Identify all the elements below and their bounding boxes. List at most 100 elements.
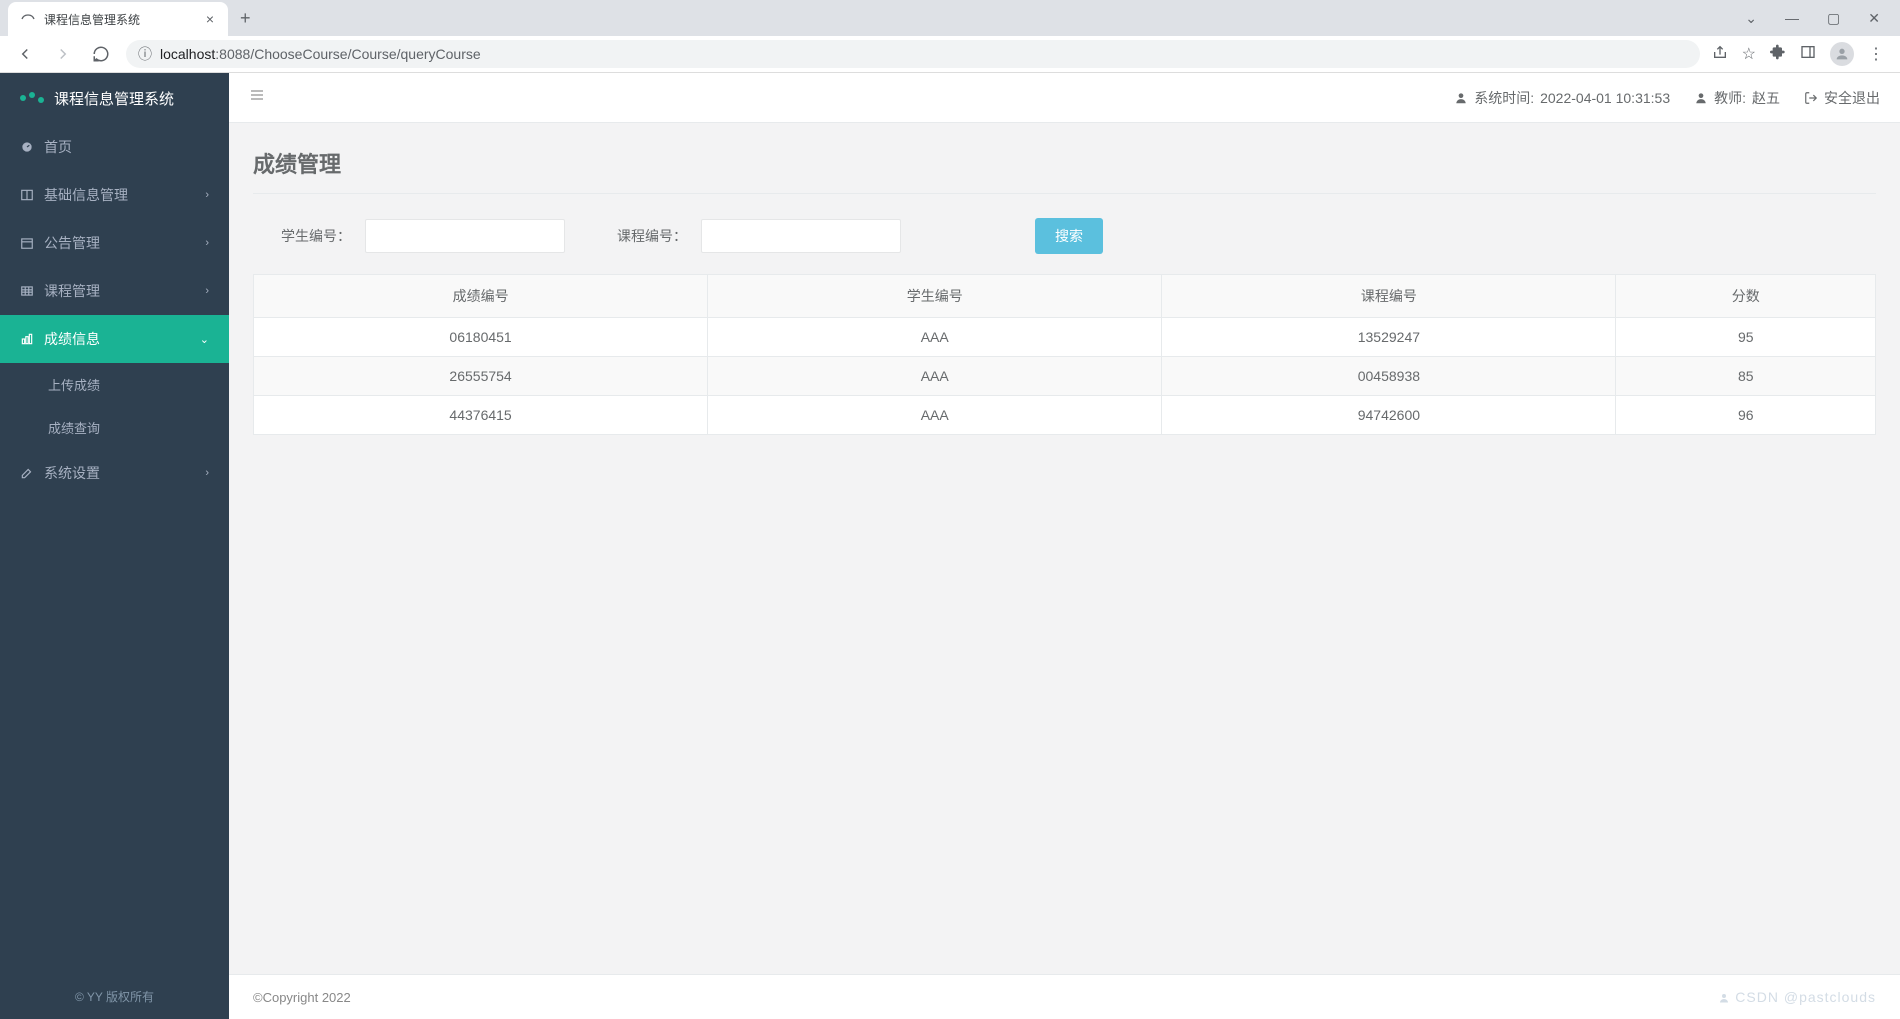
address-bar[interactable]: ⓘ localhost:8088/ChooseCourse/Course/que… — [126, 40, 1700, 68]
sidebar-item-settings[interactable]: 系统设置 › — [0, 449, 229, 497]
table-row: 06180451 AAA 13529247 95 — [254, 318, 1876, 357]
cell-course-id: 00458938 — [1162, 357, 1616, 396]
watermark-text: CSDN @pastclouds — [1735, 989, 1876, 1005]
new-tab-button[interactable]: + — [228, 8, 263, 29]
browser-chrome: 课程信息管理系统 × + ⌄ — ▢ ✕ ⓘ localhost:8088/Ch… — [0, 0, 1900, 73]
menu-icon[interactable]: ⋮ — [1868, 44, 1884, 64]
search-row: 学生编号： 课程编号： 搜索 — [253, 218, 1876, 254]
panel-icon[interactable] — [1800, 44, 1816, 65]
course-id-input[interactable] — [701, 219, 901, 253]
col-score: 分数 — [1616, 275, 1876, 318]
edit-icon — [20, 466, 34, 480]
calendar-icon — [20, 236, 34, 250]
watermark: CSDN @pastclouds — [1718, 989, 1876, 1005]
profile-avatar[interactable] — [1830, 42, 1854, 66]
search-button[interactable]: 搜索 — [1035, 218, 1103, 254]
user-name: 赵五 — [1752, 88, 1780, 108]
sidebar-item-label: 课程管理 — [44, 281, 100, 301]
browser-tab[interactable]: 课程信息管理系统 × — [8, 2, 228, 36]
cell-course-id: 94742600 — [1162, 396, 1616, 435]
system-time: 系统时间: 2022-04-01 10:31:53 — [1454, 88, 1670, 108]
top-bar: 系统时间: 2022-04-01 10:31:53 教师: 赵五 安全退出 — [229, 73, 1900, 123]
cell-course-id: 13529247 — [1162, 318, 1616, 357]
table-row: 44376415 AAA 94742600 96 — [254, 396, 1876, 435]
grades-table: 成绩编号 学生编号 课程编号 分数 06180451 AAA 13529247 … — [253, 274, 1876, 435]
chevron-right-icon: › — [205, 467, 209, 479]
info-icon: ⓘ — [138, 44, 152, 64]
user-icon — [1694, 91, 1708, 105]
sidebar-subitem-label: 上传成绩 — [48, 378, 100, 393]
sidebar-item-grades[interactable]: 成绩信息 ⌄ — [0, 315, 229, 363]
sidebar: 课程信息管理系统 首页 基础信息管理 › 公告管理 › 课程管理 › — [0, 73, 229, 1019]
app-container: 课程信息管理系统 首页 基础信息管理 › 公告管理 › 课程管理 › — [0, 73, 1900, 1019]
reload-button[interactable] — [88, 41, 114, 67]
role-label: 教师: — [1714, 88, 1746, 108]
system-time-value: 2022-04-01 10:31:53 — [1540, 90, 1670, 106]
nav-menu: 首页 基础信息管理 › 公告管理 › 课程管理 › 成绩信息 ⌄ — [0, 123, 229, 974]
sidebar-subitem-label: 成绩查询 — [48, 421, 100, 436]
cell-grade-id: 26555754 — [254, 357, 708, 396]
logo-icon — [20, 95, 44, 101]
window-controls: ⌄ — ▢ ✕ — [1737, 6, 1900, 31]
sidebar-footer: © YY 版权所有 — [0, 974, 229, 1019]
sidebar-item-course[interactable]: 课程管理 › — [0, 267, 229, 315]
user-icon — [1718, 992, 1730, 1004]
sidebar-item-label: 成绩信息 — [44, 329, 100, 349]
tab-title: 课程信息管理系统 — [44, 11, 196, 28]
sidebar-item-announcement[interactable]: 公告管理 › — [0, 219, 229, 267]
dashboard-icon — [20, 140, 34, 154]
cell-student-id: AAA — [708, 396, 1162, 435]
browser-right-icons: ☆ ⋮ — [1712, 42, 1888, 66]
footer: ©Copyright 2022 CSDN @pastclouds — [229, 974, 1900, 1019]
brand-logo[interactable]: 课程信息管理系统 — [0, 73, 229, 123]
logout-button[interactable]: 安全退出 — [1804, 88, 1880, 108]
col-grade-id: 成绩编号 — [254, 275, 708, 318]
cell-grade-id: 44376415 — [254, 396, 708, 435]
tab-bar: 课程信息管理系统 × + ⌄ — ▢ ✕ — [0, 0, 1900, 36]
maximize-icon[interactable]: ▢ — [1819, 6, 1848, 31]
tab-favicon-icon — [20, 11, 36, 27]
sidebar-item-label: 系统设置 — [44, 463, 100, 483]
url-text: localhost:8088/ChooseCourse/Course/query… — [160, 46, 481, 62]
minimize-icon[interactable]: — — [1777, 6, 1807, 30]
hamburger-icon[interactable] — [249, 87, 265, 108]
close-icon[interactable]: × — [204, 9, 216, 29]
top-right: 系统时间: 2022-04-01 10:31:53 教师: 赵五 安全退出 — [1454, 88, 1880, 108]
page-title: 成绩管理 — [253, 147, 1876, 194]
forward-button[interactable] — [50, 41, 76, 67]
chevron-right-icon: › — [205, 237, 209, 249]
copyright-text: ©Copyright 2022 — [253, 990, 351, 1005]
back-button[interactable] — [12, 41, 38, 67]
student-id-input[interactable] — [365, 219, 565, 253]
chevron-down-icon: ⌄ — [200, 333, 209, 346]
share-icon[interactable] — [1712, 44, 1728, 65]
cell-score: 85 — [1616, 357, 1876, 396]
content: 成绩管理 学生编号： 课程编号： 搜索 成绩编号 学生编号 课程编号 分数 — [229, 123, 1900, 974]
main-area: 系统时间: 2022-04-01 10:31:53 教师: 赵五 安全退出 成绩管理… — [229, 73, 1900, 1019]
cell-score: 96 — [1616, 396, 1876, 435]
sidebar-item-basic-info[interactable]: 基础信息管理 › — [0, 171, 229, 219]
sidebar-subitem-query-grades[interactable]: 成绩查询 — [0, 406, 229, 449]
sidebar-item-label: 公告管理 — [44, 233, 100, 253]
chevron-down-icon[interactable]: ⌄ — [1737, 6, 1765, 31]
logout-icon — [1804, 91, 1818, 105]
sidebar-item-home[interactable]: 首页 — [0, 123, 229, 171]
close-window-icon[interactable]: ✕ — [1860, 6, 1888, 31]
user-info[interactable]: 教师: 赵五 — [1694, 88, 1780, 108]
extensions-icon[interactable] — [1770, 44, 1786, 65]
cell-score: 95 — [1616, 318, 1876, 357]
course-id-label: 课程编号： — [617, 226, 687, 246]
student-id-label: 学生编号： — [281, 226, 351, 246]
table-row: 26555754 AAA 00458938 85 — [254, 357, 1876, 396]
table-icon — [20, 284, 34, 298]
sidebar-item-label: 首页 — [44, 137, 72, 157]
col-course-id: 课程编号 — [1162, 275, 1616, 318]
bar-chart-icon — [20, 332, 34, 346]
star-icon[interactable]: ☆ — [1742, 44, 1756, 64]
browser-nav-bar: ⓘ localhost:8088/ChooseCourse/Course/que… — [0, 36, 1900, 72]
sidebar-subitem-upload-grades[interactable]: 上传成绩 — [0, 363, 229, 406]
cell-student-id: AAA — [708, 357, 1162, 396]
system-time-label: 系统时间: — [1474, 88, 1534, 108]
cell-grade-id: 06180451 — [254, 318, 708, 357]
user-icon — [1454, 91, 1468, 105]
